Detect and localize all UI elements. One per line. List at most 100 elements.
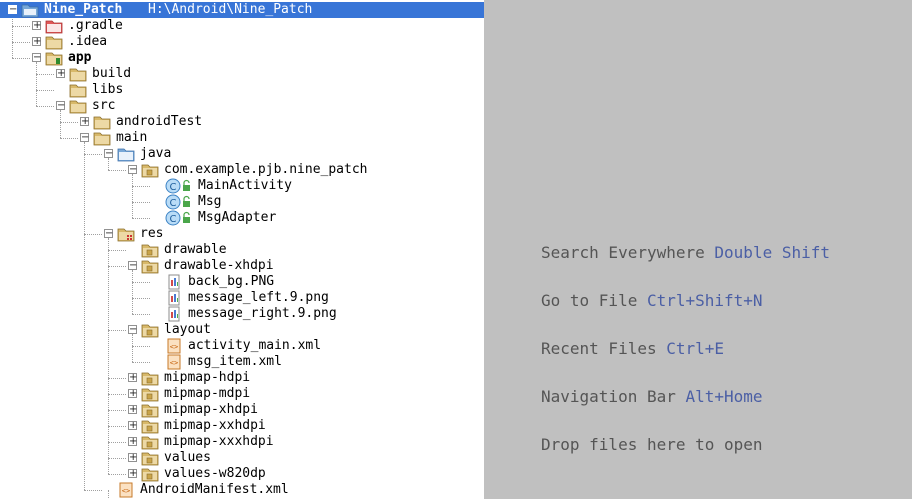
tree-node[interactable]: − com.example.pjb.nine_patch xyxy=(0,162,484,178)
collapse-toggle[interactable]: − xyxy=(8,5,17,15)
package-icon xyxy=(141,162,159,178)
tree-node[interactable]: − java xyxy=(0,146,484,162)
project-path: H:\Android\Nine_Patch xyxy=(148,2,313,17)
tree-node[interactable]: − drawable-xhdpi xyxy=(0,258,484,274)
tree-node-label: .gradle xyxy=(68,18,123,33)
tip-navigation-bar: Navigation Bar Alt+Home xyxy=(541,387,763,406)
class-icon: C xyxy=(165,178,190,194)
tree-node[interactable]: libs xyxy=(0,82,484,98)
module-folder-icon xyxy=(45,50,63,66)
expand-toggle[interactable]: + xyxy=(128,389,137,399)
expand-toggle[interactable]: + xyxy=(80,117,89,127)
package-icon xyxy=(141,418,159,434)
package-icon xyxy=(141,258,159,274)
tip-shortcut: Ctrl+Shift+N xyxy=(646,291,763,310)
tree-node[interactable]: + build xyxy=(0,66,484,82)
svg-text:C: C xyxy=(170,198,177,209)
tree-node-label: java xyxy=(140,146,172,161)
tree-node[interactable]: <> AndroidManifest.xml xyxy=(0,482,484,498)
folder-icon xyxy=(69,98,87,114)
tree-node[interactable]: + values xyxy=(0,450,484,466)
tree-node[interactable]: − layout xyxy=(0,322,484,338)
image-file-icon xyxy=(165,306,183,322)
folder-icon xyxy=(69,82,87,98)
tree-node-label: message_left.9.png xyxy=(188,290,329,305)
tree-node[interactable]: C Msg xyxy=(0,194,484,210)
tree-node-label: app xyxy=(68,50,92,65)
collapse-toggle[interactable]: − xyxy=(80,133,89,143)
collapse-toggle[interactable]: − xyxy=(128,165,137,175)
svg-text:C: C xyxy=(170,214,177,225)
folder-red-icon xyxy=(45,18,63,34)
tree-node[interactable]: C MsgAdapter xyxy=(0,210,484,226)
collapse-toggle[interactable]: − xyxy=(128,261,137,271)
tree-node[interactable]: − src xyxy=(0,98,484,114)
expand-toggle[interactable]: + xyxy=(128,437,137,447)
tip-go-to-file: Go to File Ctrl+Shift+N xyxy=(541,291,763,310)
tree-node[interactable]: + mipmap-xxxhdpi xyxy=(0,434,484,450)
tree-node[interactable]: C MainActivity xyxy=(0,178,484,194)
expand-toggle[interactable]: + xyxy=(32,21,41,31)
tree-node[interactable]: + .gradle xyxy=(0,18,484,34)
tree-node-label: res xyxy=(140,226,164,241)
class-icon: C xyxy=(165,210,190,226)
tree-node[interactable]: − res xyxy=(0,226,484,242)
tree-node[interactable]: drawable xyxy=(0,242,484,258)
source-folder-icon xyxy=(117,146,135,162)
tree-node[interactable]: + mipmap-xxhdpi xyxy=(0,418,484,434)
folder-icon xyxy=(93,130,111,146)
xml-file-icon: <> xyxy=(117,482,135,498)
tree-node[interactable]: + mipmap-hdpi xyxy=(0,370,484,386)
expand-toggle[interactable]: + xyxy=(128,421,137,431)
expand-toggle[interactable]: + xyxy=(128,469,137,479)
tree-node-label: mipmap-xhdpi xyxy=(164,402,258,417)
tree-node-label: Nine_Patch xyxy=(44,2,123,17)
tree-node[interactable]: + mipmap-mdpi xyxy=(0,386,484,402)
project-tree-panel[interactable]: − Nine_Patch H:\Android\Nine_Patch + .gradle… xyxy=(0,0,484,499)
xml-file-icon: <> xyxy=(165,338,183,354)
expand-toggle[interactable]: + xyxy=(128,453,137,463)
tree-node[interactable]: − Nine_Patch H:\Android\Nine_Patch xyxy=(0,2,484,18)
tip-text: Search Everywhere xyxy=(541,243,705,262)
tree-node[interactable]: message_left.9.png xyxy=(0,290,484,306)
tree-node[interactable]: message_right.9.png xyxy=(0,306,484,322)
tree-node[interactable]: <> activity_main.xml xyxy=(0,338,484,354)
tree-node[interactable]: back_bg.PNG xyxy=(0,274,484,290)
expand-toggle[interactable]: + xyxy=(32,37,41,47)
tree-node-label: MsgAdapter xyxy=(198,210,277,225)
tip-text: Go to File xyxy=(541,291,638,310)
tip-search-everywhere: Search Everywhere Double Shift xyxy=(541,243,830,262)
folder-icon xyxy=(69,66,87,82)
image-file-icon xyxy=(165,274,183,290)
tree-node[interactable]: <> msg_item.xml xyxy=(0,354,484,370)
tree-node-label: activity_main.xml xyxy=(188,338,322,353)
tree-node-label: mipmap-mdpi xyxy=(164,386,251,401)
package-icon xyxy=(141,370,159,386)
collapse-toggle[interactable]: − xyxy=(128,325,137,335)
tree-node[interactable]: + androidTest xyxy=(0,114,484,130)
tree-node-label: Msg xyxy=(198,194,222,209)
expand-toggle[interactable]: + xyxy=(128,373,137,383)
tree-node-label: build xyxy=(92,66,132,81)
expand-toggle[interactable]: + xyxy=(128,405,137,415)
tip-text: Drop files here to open xyxy=(541,435,763,454)
svg-text:<>: <> xyxy=(170,359,178,367)
expand-toggle[interactable]: + xyxy=(56,69,65,79)
editor-empty-area[interactable]: Search Everywhere Double Shift Go to Fil… xyxy=(484,0,912,499)
collapse-toggle[interactable]: − xyxy=(104,229,113,239)
tree-node[interactable]: + values-w820dp xyxy=(0,466,484,482)
resource-folder-icon xyxy=(117,226,135,242)
tree-node-label: drawable xyxy=(164,242,227,257)
project-folder-icon xyxy=(21,2,39,18)
tree-node[interactable]: − app xyxy=(0,50,484,66)
collapse-toggle[interactable]: − xyxy=(32,53,41,63)
tree-node[interactable]: + mipmap-xhdpi xyxy=(0,402,484,418)
tree-node-label: back_bg.PNG xyxy=(188,274,275,289)
tree-node[interactable]: + .idea xyxy=(0,34,484,50)
tree-node-label: .idea xyxy=(68,34,108,49)
tree-node[interactable]: − main xyxy=(0,130,484,146)
tree-node-label: mipmap-xxhdpi xyxy=(164,418,266,433)
tip-shortcut: Ctrl+E xyxy=(666,339,725,358)
collapse-toggle[interactable]: − xyxy=(104,149,113,159)
collapse-toggle[interactable]: − xyxy=(56,101,65,111)
